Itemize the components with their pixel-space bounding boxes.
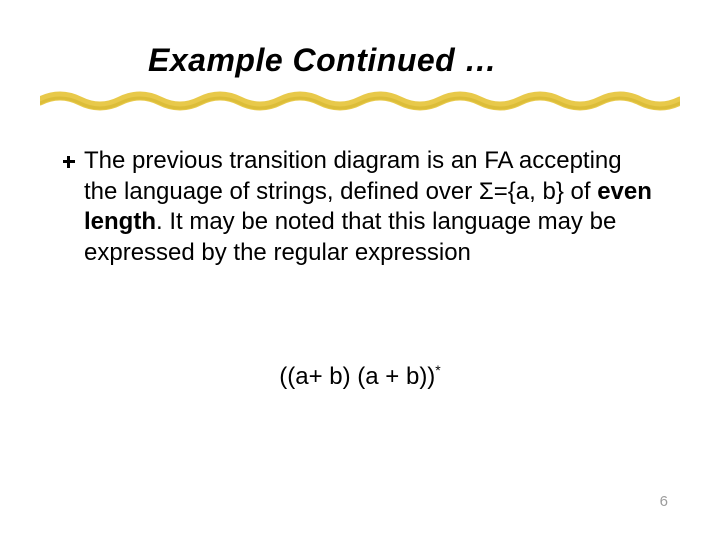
slide-title: Example Continued …	[148, 42, 497, 79]
bullet-post: . It may be noted that this language may…	[84, 208, 616, 266]
regex-expression: ((a+ b) (a + b))*	[0, 362, 720, 391]
title-underline	[40, 88, 680, 114]
page-number: 6	[660, 493, 668, 510]
bullet-text: The previous transition diagram is an FA…	[84, 146, 660, 269]
bullet-pre: The previous transition diagram is an FA…	[84, 147, 622, 205]
plus-bullet-icon	[60, 153, 78, 171]
body-text-block: The previous transition diagram is an FA…	[60, 146, 660, 269]
wavy-underline-icon	[40, 88, 680, 114]
bullet-item: The previous transition diagram is an FA…	[60, 146, 660, 269]
regex-superscript: *	[435, 362, 440, 378]
slide: Example Continued … The previous transit…	[0, 0, 720, 540]
regex-base: ((a+ b) (a + b))	[279, 363, 435, 390]
